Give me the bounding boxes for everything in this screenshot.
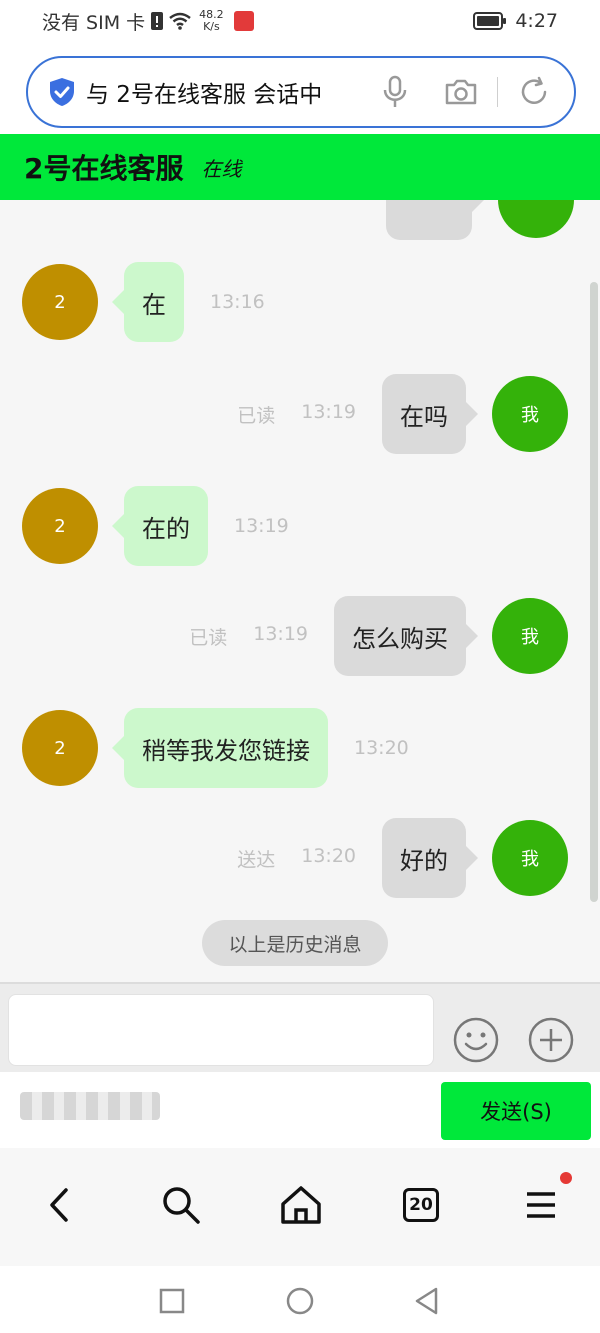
url-text[interactable]: 与 2号在线客服 会话中	[86, 75, 344, 109]
read-status: 已读	[237, 404, 276, 427]
avatar: 2	[22, 710, 98, 786]
message-bubble[interactable]: 在吗	[382, 374, 478, 454]
message-time: 13:19	[253, 622, 308, 645]
send-row: 发送(S)	[0, 1072, 600, 1148]
menu-icon[interactable]	[520, 1172, 572, 1226]
message-input[interactable]	[8, 994, 434, 1066]
message-row: 已读 13:19 怎么购买 我	[189, 596, 568, 676]
message-bubble[interactable]: 在	[112, 262, 184, 342]
notification-dot	[560, 1172, 572, 1184]
message-list[interactable]: 2 在 13:16 已读 13:19 在吗 我 2 在的 13:19 已读 13…	[0, 200, 600, 982]
message-time: 13:19	[234, 515, 289, 537]
read-status: 送达	[237, 848, 276, 871]
add-icon[interactable]	[527, 1016, 575, 1064]
camera-icon[interactable]	[441, 72, 481, 112]
refresh-icon[interactable]	[514, 72, 554, 112]
emoji-icon[interactable]	[452, 1016, 500, 1064]
wifi-icon	[169, 12, 191, 30]
message-row: 送达 13:20 好的 我	[237, 818, 568, 898]
search-icon[interactable]	[160, 1184, 202, 1226]
avatar: 2	[22, 264, 98, 340]
message-time: 13:19	[301, 400, 356, 423]
notification-app-icon	[233, 11, 254, 31]
read-status: 已读	[189, 626, 228, 649]
message-row: 2 稍等我发您链接 13:20	[22, 708, 409, 788]
tabs-icon[interactable]: 20	[400, 1184, 442, 1226]
sim-alert-icon	[151, 12, 164, 30]
history-divider: 以上是历史消息	[202, 920, 388, 966]
message-bubble[interactable]: 好的	[382, 818, 478, 898]
send-button[interactable]: 发送(S)	[441, 1082, 591, 1140]
home-icon[interactable]	[280, 1184, 322, 1226]
clock: 4:27	[515, 10, 558, 32]
address-divider	[497, 77, 498, 107]
message-time: 13:20	[301, 844, 356, 867]
network-speed: 48.2 K/s	[199, 8, 224, 33]
avatar: 2	[22, 488, 98, 564]
message-bubble[interactable]: 稍等我发您链接	[112, 708, 328, 788]
chat-status: 在线	[201, 156, 242, 181]
back-icon[interactable]	[38, 1184, 80, 1226]
message-bubble[interactable]: 在的	[112, 486, 208, 566]
home-circle-icon[interactable]	[285, 1286, 315, 1316]
status-bar: 没有 SIM 卡 48.2 K/s 4:27	[0, 0, 600, 42]
avatar: 我	[492, 820, 568, 896]
message-bubble	[386, 200, 484, 240]
message-row: 2 在的 13:19	[22, 486, 289, 566]
browser-address-area: 与 2号在线客服 会话中	[0, 42, 600, 134]
carrier-text: 没有 SIM 卡	[42, 11, 146, 34]
message-row: 已读 13:19 在吗 我	[237, 374, 568, 454]
message-time: 13:20	[354, 737, 409, 759]
message-row-partial	[386, 200, 574, 240]
avatar: 我	[492, 598, 568, 674]
message-bubble[interactable]: 怎么购买	[334, 596, 478, 676]
chat-header: 2号在线客服 在线	[0, 134, 600, 200]
scrollbar[interactable]	[590, 282, 598, 902]
address-bar[interactable]: 与 2号在线客服 会话中	[26, 56, 576, 128]
chat-title: 2号在线客服	[24, 152, 184, 185]
shield-icon	[50, 78, 74, 106]
avatar: 我	[492, 376, 568, 452]
back-triangle-icon[interactable]	[412, 1286, 442, 1316]
browser-toolbar: 20	[0, 1148, 600, 1266]
message-time: 13:16	[210, 291, 265, 313]
battery-icon	[473, 12, 507, 30]
mic-icon[interactable]	[375, 72, 415, 112]
message-row: 2 在 13:16	[22, 262, 265, 342]
tab-count: 20	[403, 1188, 439, 1222]
avatar	[498, 200, 574, 238]
blurred-text	[20, 1092, 160, 1120]
input-area	[0, 982, 600, 1072]
system-nav-bar	[0, 1266, 600, 1333]
recents-icon[interactable]	[157, 1286, 187, 1316]
